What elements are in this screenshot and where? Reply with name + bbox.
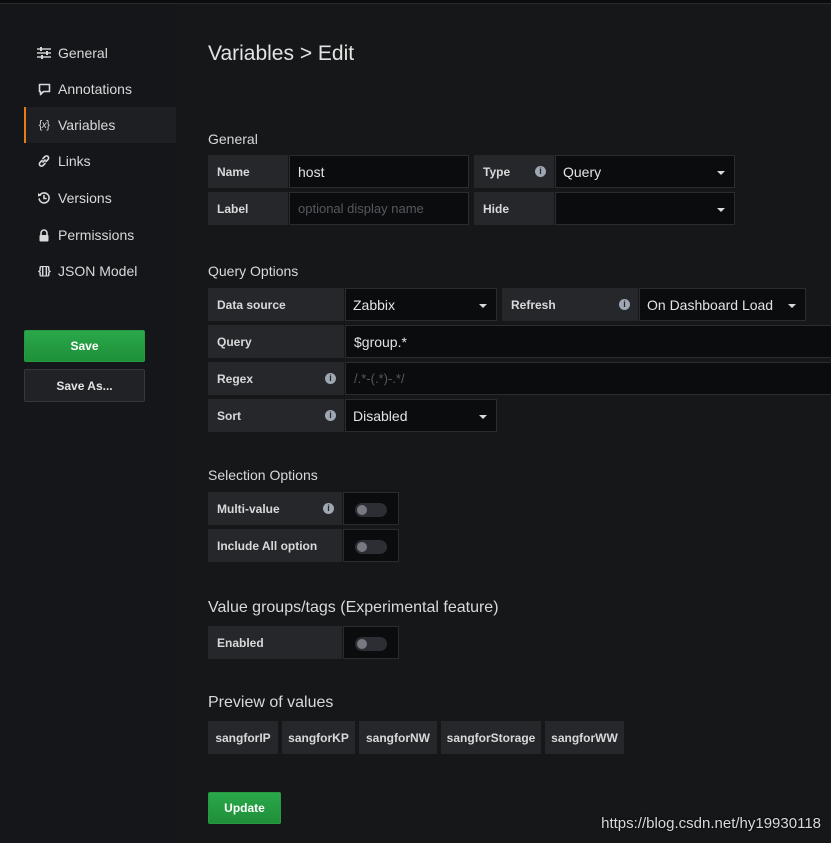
multi-value-toggle[interactable] bbox=[355, 503, 387, 517]
include-all-label: Include All option bbox=[208, 529, 342, 562]
sort-label: Sort i bbox=[208, 399, 344, 432]
name-label: Name bbox=[208, 155, 288, 188]
multi-value-label-text: Multi-value bbox=[217, 501, 280, 516]
info-icon[interactable]: i bbox=[325, 410, 336, 421]
info-icon[interactable]: i bbox=[619, 299, 630, 310]
type-select-value: Query bbox=[563, 163, 602, 180]
sidebar-item-general[interactable]: General bbox=[24, 35, 176, 71]
query-label: Query bbox=[208, 325, 344, 358]
regex-input[interactable]: /.*-(.*)-.*/ bbox=[345, 362, 831, 395]
preview-value: sangforIP bbox=[208, 721, 278, 754]
sidebar-item-label: General bbox=[58, 45, 108, 61]
sidebar-item-variables[interactable]: {x} Variables bbox=[24, 107, 176, 143]
sort-select[interactable]: Disabled bbox=[345, 399, 497, 432]
info-icon[interactable]: i bbox=[325, 373, 336, 384]
caret-down-icon bbox=[717, 171, 725, 175]
sidebar-item-label: JSON Model bbox=[58, 263, 138, 279]
enabled-switch-box bbox=[343, 626, 399, 659]
sidebar-item-label: Permissions bbox=[58, 227, 135, 243]
preview-value: sangforWW bbox=[545, 721, 624, 754]
section-heading-preview: Preview of values bbox=[208, 694, 334, 711]
toggle-knob bbox=[357, 505, 367, 515]
lock-icon bbox=[34, 228, 54, 242]
regex-label: Regex i bbox=[208, 362, 344, 395]
page-title: Variables > Edit bbox=[208, 42, 355, 65]
comment-icon bbox=[34, 83, 54, 96]
label-input[interactable]: optional display name bbox=[289, 192, 469, 225]
sidebar-item-links[interactable]: Links bbox=[24, 143, 176, 179]
enabled-label: Enabled bbox=[208, 626, 342, 659]
label-label: Label bbox=[208, 192, 288, 225]
toggle-knob bbox=[357, 542, 367, 552]
section-heading-general: General bbox=[208, 131, 258, 147]
toggle-knob bbox=[357, 639, 367, 649]
sidebar-item-label: Annotations bbox=[58, 81, 132, 97]
sidebar-item-json-model[interactable]: {[]} JSON Model bbox=[24, 253, 176, 289]
caret-down-icon bbox=[479, 304, 487, 308]
section-heading-query-options: Query Options bbox=[208, 263, 299, 279]
info-icon[interactable]: i bbox=[323, 503, 334, 514]
name-input[interactable]: host bbox=[289, 155, 469, 188]
caret-down-icon bbox=[788, 304, 796, 308]
include-all-switch-box bbox=[343, 529, 399, 562]
variable-icon: {x} bbox=[38, 119, 50, 131]
section-heading-selection-options: Selection Options bbox=[208, 467, 318, 483]
query-input[interactable]: $group.* bbox=[345, 325, 831, 358]
multi-value-label: Multi-value i bbox=[208, 492, 342, 525]
save-button[interactable]: Save bbox=[24, 330, 145, 362]
save-as-button[interactable]: Save As... bbox=[24, 369, 145, 402]
regex-label-text: Regex bbox=[217, 371, 254, 386]
datasource-label: Data source bbox=[208, 288, 344, 321]
sort-select-value: Disabled bbox=[353, 407, 408, 424]
sidebar-item-label: Links bbox=[58, 153, 91, 169]
refresh-select-value: On Dashboard Load bbox=[647, 296, 774, 313]
caret-down-icon bbox=[717, 208, 725, 212]
type-label: Type i bbox=[474, 155, 554, 188]
type-label-text: Type bbox=[483, 164, 511, 179]
refresh-label: Refresh i bbox=[502, 288, 638, 321]
datasource-select-value: Zabbix bbox=[353, 296, 396, 313]
json-icon: {[]} bbox=[38, 265, 51, 277]
caret-down-icon bbox=[479, 415, 487, 419]
preview-value: sangforNW bbox=[359, 721, 437, 754]
sort-label-text: Sort bbox=[217, 408, 241, 423]
section-heading-value-groups: Value groups/tags (Experimental feature) bbox=[208, 599, 499, 616]
preview-value: sangforKP bbox=[282, 721, 355, 754]
history-icon bbox=[34, 191, 54, 205]
sliders-icon bbox=[34, 47, 54, 59]
datasource-select[interactable]: Zabbix bbox=[345, 288, 497, 321]
sidebar-item-label: Versions bbox=[58, 190, 112, 206]
sidebar-item-versions[interactable]: Versions bbox=[24, 180, 176, 216]
info-icon[interactable]: i bbox=[535, 166, 546, 177]
type-select[interactable]: Query bbox=[555, 155, 735, 188]
preview-value: sangforStorage bbox=[441, 721, 541, 754]
watermark-text: https://blog.csdn.net/hy19930118 bbox=[601, 815, 821, 832]
link-icon bbox=[34, 154, 54, 168]
refresh-select[interactable]: On Dashboard Load bbox=[639, 288, 806, 321]
update-button[interactable]: Update bbox=[208, 792, 281, 824]
sidebar-item-label: Variables bbox=[58, 117, 116, 133]
hide-label: Hide bbox=[474, 192, 554, 225]
refresh-label-text: Refresh bbox=[511, 297, 556, 312]
sidebar-item-annotations[interactable]: Annotations bbox=[24, 71, 176, 107]
multi-value-switch-box bbox=[343, 492, 399, 525]
include-all-toggle[interactable] bbox=[355, 540, 387, 554]
hide-select[interactable] bbox=[555, 192, 735, 225]
sidebar-item-permissions[interactable]: Permissions bbox=[24, 217, 176, 253]
enabled-toggle[interactable] bbox=[355, 637, 387, 651]
